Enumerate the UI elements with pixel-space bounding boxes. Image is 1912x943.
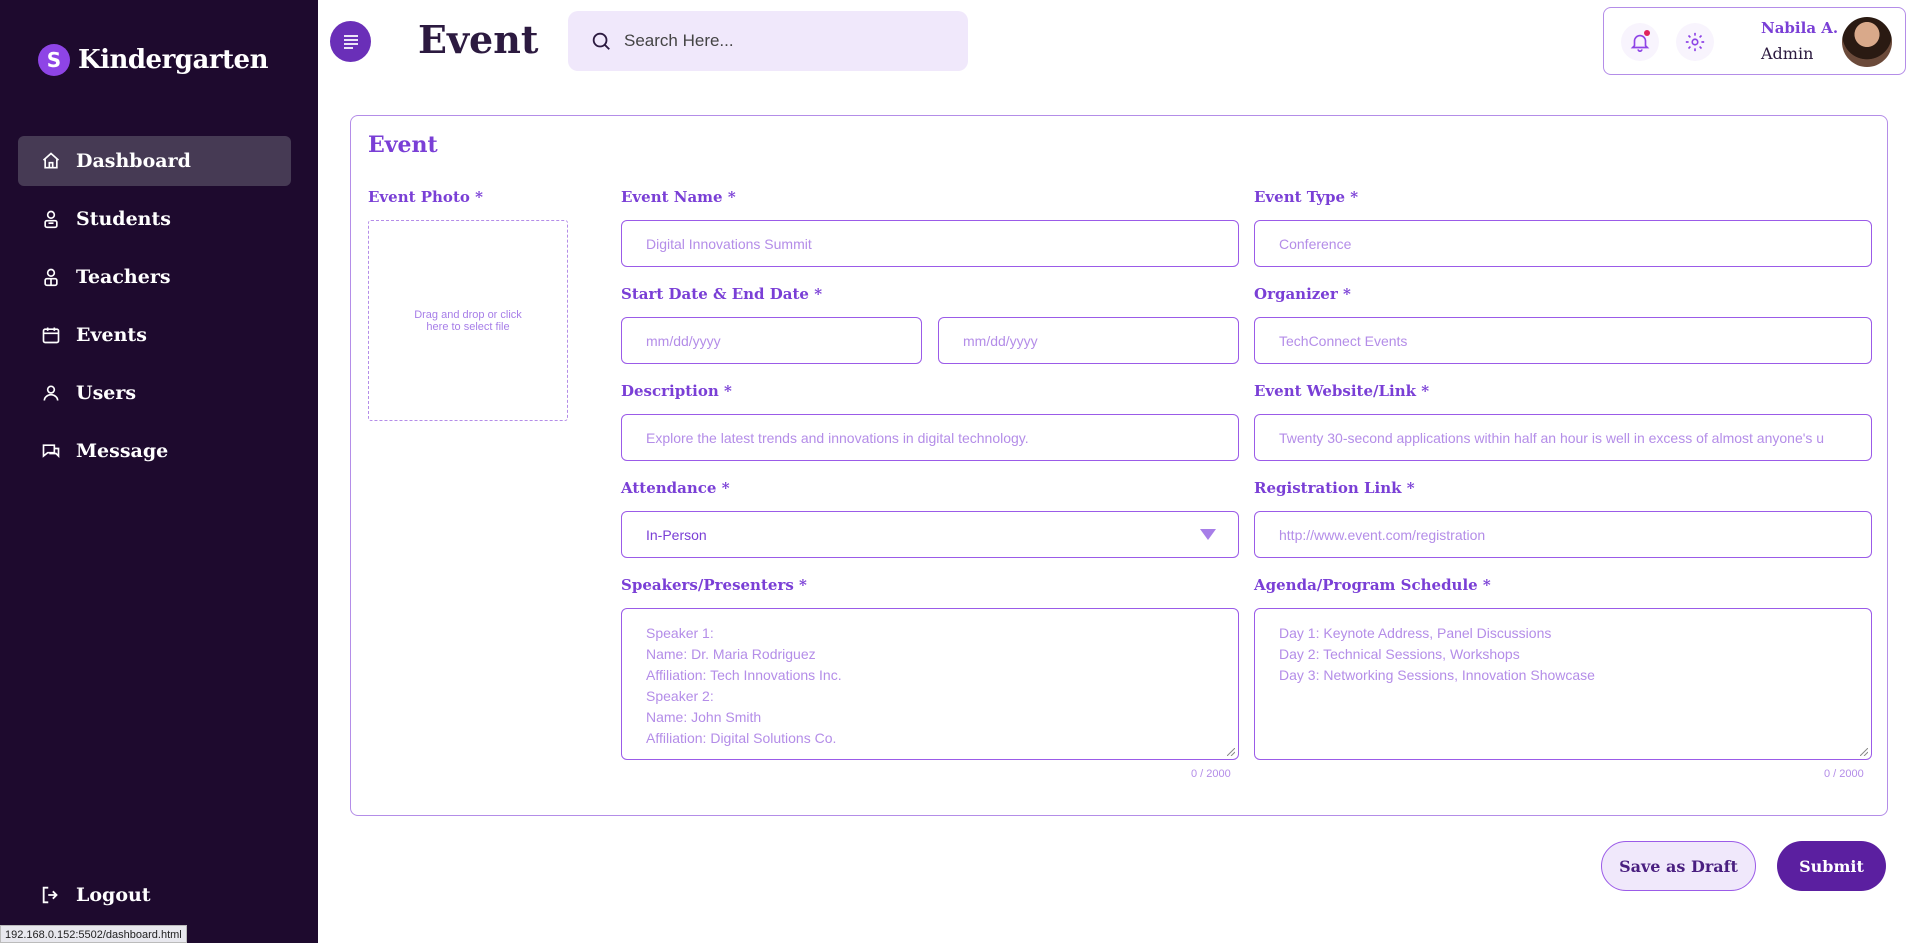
menu-icon [343, 34, 358, 49]
notification-dot [1644, 30, 1650, 36]
search-input[interactable] [624, 31, 944, 51]
notifications-button[interactable] [1621, 23, 1659, 61]
student-icon [40, 208, 62, 230]
search-bar [568, 11, 968, 71]
organizer-input[interactable]: TechConnect Events [1254, 317, 1872, 364]
registration-label: Registration Link * [1254, 479, 1415, 497]
dropzone-hint: Drag and drop or click here to select fi… [414, 308, 522, 333]
chevron-down-icon [1200, 529, 1216, 540]
teacher-icon [40, 266, 62, 288]
textarea-line: Name: Dr. Maria Rodriguez [646, 646, 816, 662]
start-date-placeholder: mm/dd/yyyy [646, 332, 721, 349]
page-title: Event [418, 17, 539, 62]
message-icon [40, 440, 62, 462]
event-name-label: Event Name * [621, 188, 736, 206]
resize-handle-icon[interactable] [1860, 748, 1868, 756]
home-icon [40, 150, 62, 172]
user-panel: Nabila A. Admin [1603, 7, 1906, 75]
save-draft-button[interactable]: Save as Draft [1601, 841, 1756, 891]
event-type-value: Conference [1279, 235, 1352, 252]
textarea-line: Day 2: Technical Sessions, Workshops [1279, 646, 1520, 662]
agenda-textarea[interactable]: Day 1: Keynote Address, Panel Discussion… [1254, 608, 1872, 760]
organizer-value: TechConnect Events [1279, 332, 1408, 349]
textarea-line: Speaker 1: [646, 625, 714, 641]
settings-button[interactable] [1676, 23, 1714, 61]
agenda-label: Agenda/Program Schedule * [1254, 576, 1491, 594]
website-value: Twenty 30-second applications within hal… [1279, 429, 1825, 446]
speakers-textarea[interactable]: Speaker 1: Name: Dr. Maria Rodriguez Aff… [621, 608, 1239, 760]
user-name: Nabila A. [1761, 19, 1839, 37]
sidebar-item-label: Teachers [76, 266, 171, 288]
dates-label: Start Date & End Date * [621, 285, 823, 303]
sidebar-item-label: Events [76, 324, 147, 346]
gear-icon [1685, 32, 1705, 52]
textarea-line: Affiliation: Digital Solutions Co. [646, 730, 837, 746]
textarea-line: Affiliation: Tech Innovations Inc. [646, 667, 842, 683]
end-date-placeholder: mm/dd/yyyy [963, 332, 1038, 349]
event-photo-dropzone[interactable]: Drag and drop or click here to select fi… [368, 220, 568, 421]
speakers-char-counter: 0 / 2000 [1191, 768, 1231, 780]
avatar[interactable] [1842, 17, 1892, 67]
website-input[interactable]: Twenty 30-second applications within hal… [1254, 414, 1872, 461]
form-title: Event [368, 132, 438, 158]
sidebar: S Kindergarten Dashboard Students Teache… [0, 0, 318, 943]
event-type-label: Event Type * [1254, 188, 1359, 206]
event-name-value: Digital Innovations Summit [646, 235, 812, 252]
sidebar-item-users[interactable]: Users [18, 368, 291, 418]
calendar-icon [40, 324, 62, 346]
brand[interactable]: S Kindergarten [38, 44, 268, 76]
attendance-value: In-Person [646, 526, 707, 543]
description-value: Explore the latest trends and innovation… [646, 429, 1029, 446]
logout-button[interactable]: Logout [40, 884, 151, 906]
textarea-line: Speaker 2: [646, 688, 714, 704]
sidebar-item-events[interactable]: Events [18, 310, 291, 360]
sidebar-nav: Dashboard Students Teachers Events Users [18, 136, 291, 484]
sidebar-item-dashboard[interactable]: Dashboard [18, 136, 291, 186]
speakers-label: Speakers/Presenters * [621, 576, 807, 594]
registration-input[interactable]: http://www.event.com/registration [1254, 511, 1872, 558]
brand-name: Kindergarten [78, 45, 268, 75]
logout-icon [40, 884, 62, 906]
event-form-card: Event Event Photo * Drag and drop or cli… [350, 115, 1888, 816]
status-bar-url: 192.168.0.152:5502/dashboard.html [0, 925, 187, 943]
logout-label: Logout [76, 884, 151, 906]
attendance-label: Attendance * [621, 479, 730, 497]
end-date-input[interactable]: mm/dd/yyyy [938, 317, 1239, 364]
event-name-input[interactable]: Digital Innovations Summit [621, 220, 1239, 267]
sidebar-item-label: Dashboard [76, 150, 191, 172]
user-role: Admin [1761, 44, 1814, 63]
sidebar-item-students[interactable]: Students [18, 194, 291, 244]
start-date-input[interactable]: mm/dd/yyyy [621, 317, 922, 364]
submit-button[interactable]: Submit [1777, 841, 1886, 891]
user-icon [40, 382, 62, 404]
search-icon [592, 32, 610, 50]
sidebar-item-label: Students [76, 208, 171, 230]
resize-handle-icon[interactable] [1227, 748, 1235, 756]
agenda-char-counter: 0 / 2000 [1824, 768, 1864, 780]
event-type-input[interactable]: Conference [1254, 220, 1872, 267]
registration-value: http://www.event.com/registration [1279, 526, 1486, 543]
textarea-line: Day 1: Keynote Address, Panel Discussion… [1279, 625, 1552, 641]
brand-logo-icon: S [38, 44, 70, 76]
description-label: Description * [621, 382, 732, 400]
sidebar-item-label: Message [76, 440, 169, 462]
event-photo-label: Event Photo * [368, 188, 483, 206]
menu-toggle-button[interactable] [330, 21, 371, 62]
sidebar-item-label: Users [76, 382, 137, 404]
organizer-label: Organizer * [1254, 285, 1351, 303]
textarea-line: Day 3: Networking Sessions, Innovation S… [1279, 667, 1595, 683]
description-input[interactable]: Explore the latest trends and innovation… [621, 414, 1239, 461]
attendance-select[interactable]: In-Person [621, 511, 1239, 558]
textarea-line: Name: John Smith [646, 709, 762, 725]
sidebar-item-teachers[interactable]: Teachers [18, 252, 291, 302]
sidebar-item-message[interactable]: Message [18, 426, 291, 476]
website-label: Event Website/Link * [1254, 382, 1430, 400]
